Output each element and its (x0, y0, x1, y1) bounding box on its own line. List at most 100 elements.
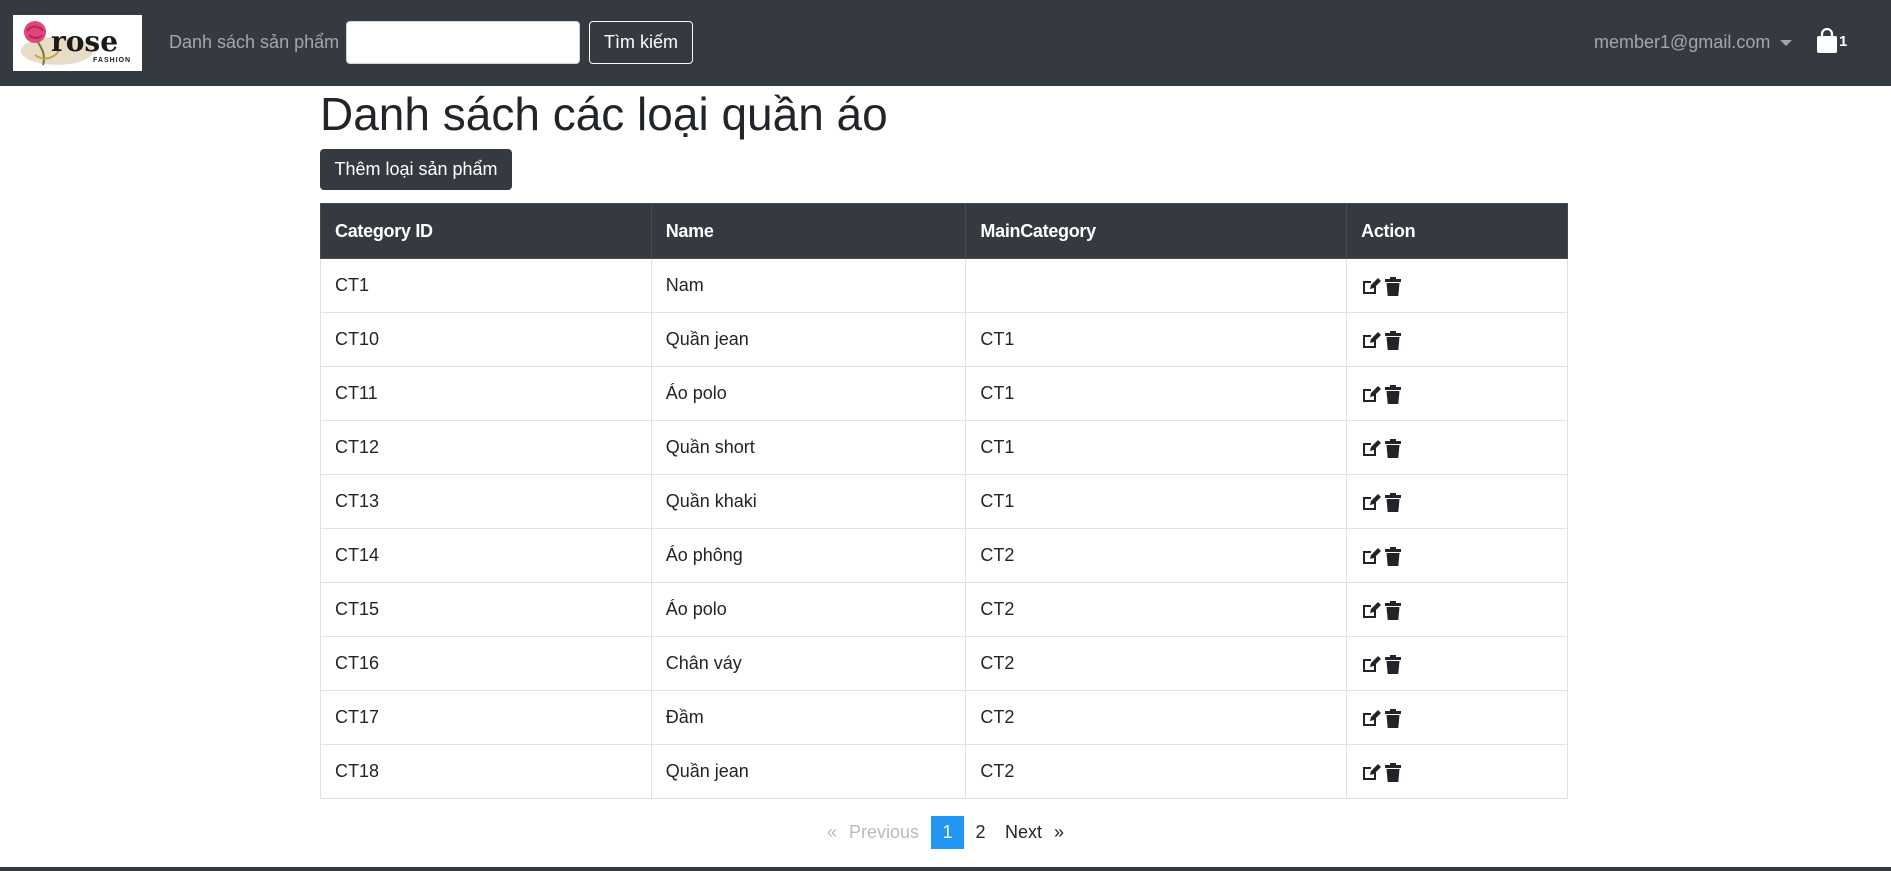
table-row: CT17 Đầm CT2 (320, 690, 1568, 745)
rose-logo-icon: rose FASHION (21, 21, 131, 66)
chevron-down-icon (1780, 40, 1793, 47)
top-navbar: rose FASHION Danh sách sản phẩm Tìm kiếm… (0, 0, 1891, 86)
cell-category-id: CT16 (320, 636, 652, 691)
table-row: CT16 Chân váy CT2 (320, 636, 1568, 691)
cell-main-category: CT2 (965, 528, 1348, 583)
edit-icon[interactable] (1361, 709, 1382, 728)
cell-main-category: CT2 (965, 744, 1348, 799)
pagination-page-1[interactable]: 1 (931, 816, 964, 849)
user-dropdown[interactable]: member1@gmail.com (1594, 30, 1793, 54)
cell-name: Áo polo (650, 582, 967, 637)
cell-category-id: CT1 (320, 258, 652, 313)
category-table: Category ID Name MainCategory Action CT1… (320, 203, 1568, 799)
cell-main-category: CT1 (965, 420, 1348, 475)
cell-actions (1346, 474, 1568, 529)
cell-main-category: CT1 (965, 366, 1348, 421)
edit-icon[interactable] (1361, 439, 1382, 458)
column-header-category-id: Category ID (320, 203, 652, 259)
table-row: CT13 Quần khaki CT1 (320, 474, 1568, 529)
pagination-page-2[interactable]: 2 (964, 816, 997, 849)
cell-main-category: CT2 (965, 582, 1348, 637)
trash-icon[interactable] (1385, 384, 1402, 404)
cell-name: Quần khaki (650, 474, 967, 529)
table-row: CT14 Áo phông CT2 (320, 528, 1568, 583)
pagination: « Previous 1 2 Next » (0, 816, 1891, 849)
cell-name: Quần jean (650, 744, 967, 799)
cell-name: Chân váy (650, 636, 967, 691)
trash-icon[interactable] (1385, 438, 1402, 458)
column-header-name: Name (650, 203, 967, 259)
table-row: CT12 Quần short CT1 (320, 420, 1568, 475)
cell-category-id: CT15 (320, 582, 652, 637)
svg-text:FASHION: FASHION (93, 57, 131, 64)
trash-icon[interactable] (1385, 762, 1402, 782)
cell-name: Đầm (650, 690, 967, 745)
cell-actions (1346, 582, 1568, 637)
cell-main-category (965, 258, 1348, 313)
edit-icon[interactable] (1361, 601, 1382, 620)
cell-actions (1346, 636, 1568, 691)
prev-arrow-icon: « (826, 822, 837, 842)
cell-main-category: CT1 (965, 474, 1348, 529)
cell-name: Quần jean (650, 312, 967, 367)
table-body: CT1 Nam CT10 Quần jean CT1 CT11 Áo polo CT1 CT12… (320, 258, 1568, 799)
table-row: CT11 Áo polo CT1 (320, 366, 1568, 421)
cell-category-id: CT13 (320, 474, 652, 529)
cart-button[interactable]: 1 (1817, 28, 1847, 54)
search-button[interactable]: Tìm kiếm (589, 21, 693, 64)
next-label: Next (1005, 822, 1043, 842)
trash-icon[interactable] (1385, 600, 1402, 620)
cart-count-badge: 1 (1839, 33, 1848, 50)
cell-actions (1346, 744, 1568, 799)
table-row: CT10 Quần jean CT1 (320, 312, 1568, 367)
cell-name: Quần short (650, 420, 967, 475)
edit-icon[interactable] (1361, 331, 1382, 350)
cell-actions (1346, 690, 1568, 745)
add-category-button[interactable]: Thêm loại sản phẩm (320, 149, 512, 190)
cell-category-id: CT14 (320, 528, 652, 583)
column-header-action: Action (1346, 203, 1568, 259)
brand-logo[interactable]: rose FASHION (13, 15, 142, 71)
cell-actions (1346, 366, 1568, 421)
cell-name: Áo phông (650, 528, 967, 583)
edit-icon[interactable] (1361, 493, 1382, 512)
trash-icon[interactable] (1385, 546, 1402, 566)
cell-main-category: CT2 (965, 636, 1348, 691)
pagination-next[interactable]: Next » (1005, 816, 1064, 849)
table-row: CT18 Quần jean CT2 (320, 744, 1568, 799)
edit-icon[interactable] (1361, 277, 1382, 296)
cell-actions (1346, 258, 1568, 313)
cell-category-id: CT17 (320, 690, 652, 745)
cell-main-category: CT1 (965, 312, 1348, 367)
footer-divider (0, 867, 1891, 871)
cell-category-id: CT11 (320, 366, 652, 421)
trash-icon[interactable] (1385, 708, 1402, 728)
table-header-row: Category ID Name MainCategory Action (320, 203, 1568, 259)
column-header-main-category: MainCategory (965, 203, 1348, 259)
svg-text:rose: rose (51, 25, 118, 58)
trash-icon[interactable] (1385, 276, 1402, 296)
cell-category-id: CT10 (320, 312, 652, 367)
shopping-bag-icon (1817, 28, 1837, 53)
edit-icon[interactable] (1361, 547, 1382, 566)
edit-icon[interactable] (1361, 385, 1382, 404)
cell-name: Nam (650, 258, 967, 313)
cell-actions (1346, 528, 1568, 583)
cell-actions (1346, 312, 1568, 367)
edit-icon[interactable] (1361, 763, 1382, 782)
cell-category-id: CT12 (320, 420, 652, 475)
user-email: member1@gmail.com (1594, 32, 1771, 52)
trash-icon[interactable] (1385, 654, 1402, 674)
next-arrow-icon: » (1054, 822, 1065, 842)
previous-label: Previous (848, 822, 919, 842)
trash-icon[interactable] (1385, 330, 1402, 350)
cell-category-id: CT18 (320, 744, 652, 799)
nav-products-link[interactable]: Danh sách sản phẩm (169, 30, 339, 54)
edit-icon[interactable] (1361, 655, 1382, 674)
search-input[interactable] (346, 21, 580, 64)
table-row: CT15 Áo polo CT2 (320, 582, 1568, 637)
page-title: Danh sách các loại quần áo (320, 88, 888, 140)
pagination-previous: « Previous (827, 816, 919, 849)
cell-name: Áo polo (650, 366, 967, 421)
trash-icon[interactable] (1385, 492, 1402, 512)
